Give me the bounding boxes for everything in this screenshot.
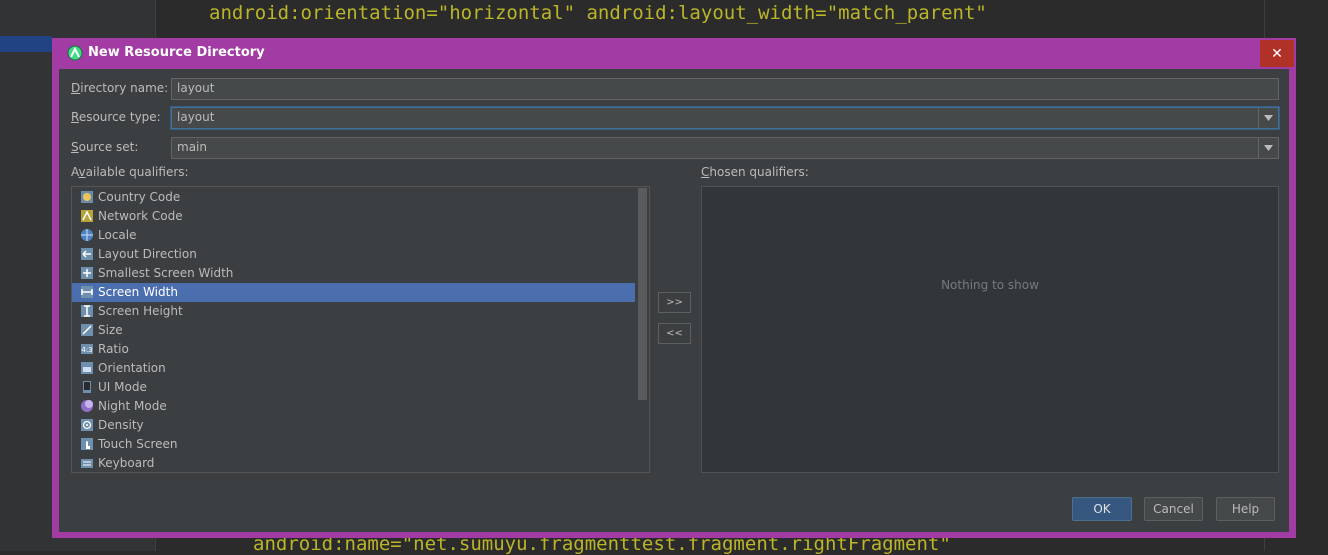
qualifier-item[interactable]: Size	[72, 321, 635, 340]
qualifier-label: Night Mode	[98, 399, 167, 413]
empty-state-text: Nothing to show	[941, 278, 1039, 292]
dialog-title: New Resource Directory	[88, 45, 265, 60]
touch-screen-icon	[80, 437, 94, 451]
qualifier-item[interactable]: Orientation	[72, 359, 635, 378]
qualifier-item[interactable]: Smallest Screen Width	[72, 264, 635, 283]
qualifier-item[interactable]: Network Code	[72, 207, 635, 226]
dialog-titlebar[interactable]: New Resource Directory ✕	[52, 38, 1296, 68]
svg-text:4:3: 4:3	[81, 346, 92, 354]
dialog-body: Directory name: layout Resource type: la…	[59, 69, 1289, 532]
qualifier-label: Screen Height	[98, 304, 183, 318]
qualifier-label: Size	[98, 323, 123, 337]
source-set-label: Source set:	[71, 140, 139, 154]
qualifier-item[interactable]: 4:3 Ratio	[72, 340, 635, 359]
qualifier-label: Density	[98, 418, 144, 432]
network-code-icon	[80, 209, 94, 223]
code-line-top: android:orientation="horizontal" android…	[209, 2, 987, 24]
qualifier-label: Screen Width	[98, 285, 178, 299]
remove-qualifier-button[interactable]: <<	[658, 323, 691, 344]
qualifier-label: Touch Screen	[98, 437, 178, 451]
qualifier-label: Network Code	[98, 209, 183, 223]
ok-button[interactable]: OK	[1072, 497, 1132, 521]
ui-mode-icon	[80, 380, 94, 394]
smallest-width-icon	[80, 266, 94, 280]
resource-type-label: Resource type:	[71, 110, 161, 124]
scrollbar-thumb[interactable]	[638, 188, 647, 400]
qualifier-item[interactable]: Touch Screen	[72, 435, 635, 454]
resource-type-select[interactable]: layout	[171, 107, 1279, 129]
directory-name-label: Directory name:	[71, 81, 169, 95]
size-icon	[80, 323, 94, 337]
layout-direction-icon	[80, 247, 94, 261]
qualifier-item[interactable]: Night Mode	[72, 397, 635, 416]
chevron-down-icon[interactable]	[1258, 108, 1278, 128]
qualifier-label: Smallest Screen Width	[98, 266, 234, 280]
qualifier-label: Layout Direction	[98, 247, 197, 261]
help-button[interactable]: Help	[1216, 497, 1275, 521]
globe-icon	[80, 228, 94, 242]
screen-height-icon	[80, 304, 94, 318]
screen-width-icon	[80, 285, 94, 299]
new-resource-directory-dialog: New Resource Directory ✕ Directory name:…	[52, 38, 1296, 538]
chosen-qualifiers-list[interactable]: Nothing to show	[701, 186, 1279, 473]
source-set-value: main	[177, 140, 207, 154]
qualifier-label: Keyboard	[98, 456, 155, 470]
source-set-select[interactable]: main	[171, 137, 1279, 159]
cancel-button[interactable]: Cancel	[1144, 497, 1203, 521]
keyboard-icon	[80, 456, 94, 470]
qualifier-item[interactable]: Country Code	[72, 188, 635, 207]
resource-type-value: layout	[177, 110, 215, 124]
qualifier-label: Country Code	[98, 190, 181, 204]
available-qualifiers-label: Available qualifiers:	[71, 165, 189, 179]
qualifier-item[interactable]: Layout Direction	[72, 245, 635, 264]
qualifier-item[interactable]: Screen Height	[72, 302, 635, 321]
qualifier-label: Locale	[98, 228, 137, 242]
country-code-icon	[80, 190, 94, 204]
list-scrollbar[interactable]	[636, 187, 649, 472]
qualifier-item[interactable]: UI Mode	[72, 378, 635, 397]
available-qualifiers-list[interactable]: Country Code Network Code Locale Layout Dir…	[71, 186, 650, 473]
chevron-down-icon[interactable]	[1258, 138, 1278, 158]
close-icon: ✕	[1271, 45, 1283, 62]
qualifier-item[interactable]: Screen Width	[72, 283, 635, 302]
night-mode-icon	[80, 399, 94, 413]
android-studio-icon	[67, 45, 83, 61]
qualifier-label: Orientation	[98, 361, 166, 375]
orientation-icon	[80, 361, 94, 375]
close-button[interactable]: ✕	[1260, 40, 1294, 67]
ratio-icon: 4:3	[80, 342, 94, 356]
directory-name-input[interactable]: layout	[171, 78, 1279, 100]
qualifier-item[interactable]: Keyboard	[72, 454, 635, 472]
directory-name-value: layout	[177, 81, 215, 95]
gutter-highlight	[0, 36, 52, 52]
qualifier-item[interactable]: Density	[72, 416, 635, 435]
density-icon	[80, 418, 94, 432]
qualifier-item[interactable]: Locale	[72, 226, 635, 245]
qualifier-label: UI Mode	[98, 380, 147, 394]
qualifier-label: Ratio	[98, 342, 129, 356]
chosen-qualifiers-label: Chosen qualifiers:	[701, 165, 809, 179]
add-qualifier-button[interactable]: >>	[658, 292, 691, 313]
